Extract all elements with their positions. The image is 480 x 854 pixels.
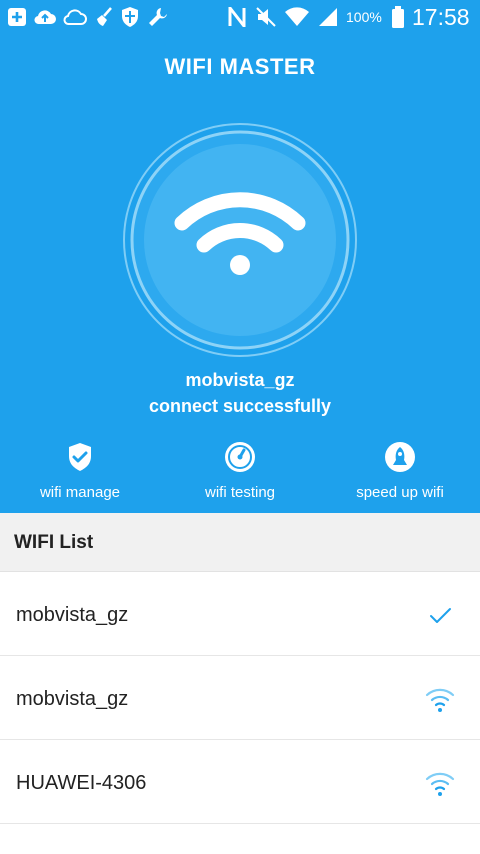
mute-icon [254, 5, 278, 29]
nfc-icon [226, 5, 248, 29]
app-title: WIFI MASTER [164, 54, 316, 79]
connected-ssid: mobvista_gz [185, 370, 295, 390]
wifi-list-item[interactable]: mobvista_gz [0, 572, 480, 656]
wifi-list-item[interactable]: HUAWEI-4306 [0, 740, 480, 824]
wifi-network-name: HUAWEI-4306 [16, 772, 147, 794]
wifi-signal-icon [284, 5, 310, 29]
connection-dial[interactable] [122, 122, 358, 358]
wifi-signal-icon [424, 684, 456, 714]
speed-up-wifi-label: speed up wifi [356, 484, 444, 501]
battery-percent: 100% [346, 9, 382, 25]
plus-box-icon [6, 5, 28, 29]
connection-status: connect successfully [148, 396, 332, 416]
wifi-manage-button[interactable]: wifi manage [0, 440, 160, 506]
wifi-list-title: WIFI List [14, 532, 94, 553]
checkmark-icon [424, 600, 456, 630]
wrench-icon [146, 5, 170, 29]
wifi-signal-icon [424, 768, 456, 798]
cell-signal-icon [316, 5, 340, 29]
wifi-testing-button[interactable]: wifi testing [160, 440, 320, 506]
wifi-list-item[interactable]: mobvista_gz [0, 656, 480, 740]
speed-up-wifi-button[interactable]: speed up wifi [320, 440, 480, 506]
battery-icon [390, 5, 406, 29]
wifi-network-name: mobvista_gz [16, 688, 129, 710]
cloud-upload-icon [32, 5, 58, 29]
broom-icon [92, 5, 116, 29]
shield-check-icon [63, 440, 97, 474]
wifi-list-header: WIFI List [0, 513, 480, 572]
wifi-network-name: mobvista_gz [16, 604, 129, 626]
wifi-list: mobvista_gz mobvista_gz HUAWEI-4306 [0, 572, 480, 824]
rocket-icon [383, 440, 417, 474]
wifi-testing-label: wifi testing [204, 484, 276, 501]
cloud-icon [62, 5, 88, 29]
speedometer-icon [223, 440, 257, 474]
header-panel: 100% 17:58 WIFI MASTER mobvista_gz conne… [0, 0, 480, 513]
shield-icon [118, 5, 142, 29]
wifi-manage-label: wifi manage [39, 484, 121, 501]
clock: 17:58 [412, 4, 470, 30]
status-bar: 100% 17:58 [0, 0, 480, 34]
